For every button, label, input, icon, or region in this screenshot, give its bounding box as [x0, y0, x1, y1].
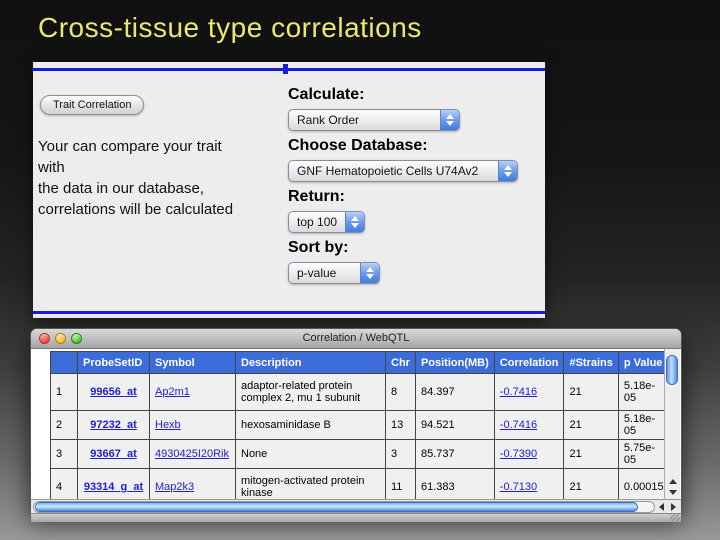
- chevron-updown-icon: [498, 161, 517, 181]
- row-index: 4: [51, 469, 78, 500]
- symbol-link[interactable]: 4930425I20Rik: [155, 448, 229, 460]
- sort-by-label: Sort by:: [288, 239, 538, 257]
- col-probesetid[interactable]: ProbeSetID: [78, 352, 150, 374]
- return-select-value: top 100: [289, 215, 337, 229]
- col-symbol[interactable]: Symbol: [150, 352, 236, 374]
- horizontal-scrollbar-thumb[interactable]: [35, 502, 638, 512]
- row-index: 3: [51, 440, 78, 469]
- position-cell: 61.383: [415, 469, 494, 500]
- table-header-row: ProbeSetID Symbol Description Chr Positi…: [51, 352, 671, 374]
- calculate-select[interactable]: Rank Order: [288, 109, 460, 131]
- horizontal-scrollbar[interactable]: [31, 499, 681, 513]
- col-description[interactable]: Description: [236, 352, 386, 374]
- window-title: Correlation / WebQTL: [31, 332, 681, 344]
- table-row: 3 93667_at 4930425I20Rik None 3 85.737 -…: [51, 440, 671, 469]
- scroll-up-icon[interactable]: [665, 476, 680, 487]
- table-row: 2 97232_at Hexb hexosaminidase B 13 94.5…: [51, 411, 671, 440]
- chevron-updown-icon: [345, 212, 364, 232]
- position-cell: 85.737: [415, 440, 494, 469]
- correlation-form: Calculate: Rank Order Choose Database: G…: [288, 86, 538, 284]
- scroll-left-icon[interactable]: [656, 501, 667, 512]
- vertical-scrollbar-thumb[interactable]: [666, 355, 678, 385]
- window-statusbar: [31, 513, 681, 522]
- position-cell: 94.521: [415, 411, 494, 440]
- strains-cell: 21: [564, 469, 618, 500]
- panel-rule-tick: [283, 64, 288, 74]
- calculate-select-value: Rank Order: [289, 113, 359, 127]
- pvalue-cell: 5.75e-05: [618, 440, 670, 469]
- correlation-link[interactable]: -0.7416: [500, 419, 537, 431]
- table-row: 1 99656_at Ap2m1 adaptor-related protein…: [51, 374, 671, 411]
- description-cell: mitogen-activated protein kinase: [236, 469, 386, 500]
- probesetid-link[interactable]: 93667_at: [90, 448, 137, 460]
- description-cell: None: [236, 440, 386, 469]
- correlation-link[interactable]: -0.7130: [500, 481, 537, 493]
- panel-bottom-rule: [33, 311, 545, 314]
- chevron-updown-icon: [440, 110, 459, 130]
- sort-select-value: p-value: [289, 266, 336, 280]
- calculate-label: Calculate:: [288, 86, 538, 104]
- return-select[interactable]: top 100: [288, 211, 365, 233]
- correlation-form-panel: Trait Correlation Your can compare your …: [33, 62, 545, 318]
- col-index: [51, 352, 78, 374]
- panel-top-rule: [33, 68, 545, 71]
- row-index: 2: [51, 411, 78, 440]
- col-position[interactable]: Position(MB): [415, 352, 494, 374]
- correlation-results-table: ProbeSetID Symbol Description Chr Positi…: [50, 351, 671, 499]
- probesetid-link[interactable]: 93314_g_at: [84, 481, 143, 493]
- col-strains[interactable]: #Strains: [564, 352, 618, 374]
- window-content: ProbeSetID Symbol Description Chr Positi…: [31, 349, 681, 499]
- col-pvalue[interactable]: p Value: [618, 352, 670, 374]
- panel-intro-text: Your can compare your trait with the dat…: [38, 136, 293, 220]
- choose-database-label: Choose Database:: [288, 137, 538, 155]
- symbol-link[interactable]: Ap2m1: [155, 386, 190, 398]
- description-cell: adaptor-related protein complex 2, mu 1 …: [236, 374, 386, 411]
- symbol-link[interactable]: Map2k3: [155, 481, 194, 493]
- slide-background: Cross-tissue type correlations Trait Cor…: [0, 0, 720, 540]
- trait-correlation-button[interactable]: Trait Correlation: [40, 95, 144, 115]
- col-correlation[interactable]: Correlation: [494, 352, 564, 374]
- correlation-link[interactable]: -0.7416: [500, 386, 537, 398]
- chevron-updown-icon: [360, 263, 379, 283]
- strains-cell: 21: [564, 374, 618, 411]
- chr-cell: 8: [386, 374, 416, 411]
- strains-cell: 21: [564, 440, 618, 469]
- pvalue-cell: 5.18e-05: [618, 374, 670, 411]
- sort-select[interactable]: p-value: [288, 262, 380, 284]
- return-label: Return:: [288, 188, 538, 206]
- description-cell: hexosaminidase B: [236, 411, 386, 440]
- pvalue-cell: 0.00015: [618, 469, 670, 500]
- row-index: 1: [51, 374, 78, 411]
- chr-cell: 13: [386, 411, 416, 440]
- probesetid-link[interactable]: 97232_at: [90, 419, 137, 431]
- strains-cell: 21: [564, 411, 618, 440]
- window-titlebar[interactable]: Correlation / WebQTL: [31, 329, 681, 349]
- correlation-window: Correlation / WebQTL ProbeSetID Symbol D…: [30, 328, 682, 512]
- position-cell: 84.397: [415, 374, 494, 411]
- scroll-down-icon[interactable]: [665, 487, 680, 498]
- database-select[interactable]: GNF Hematopoietic Cells U74Av2: [288, 160, 518, 182]
- symbol-link[interactable]: Hexb: [155, 419, 181, 431]
- database-select-value: GNF Hematopoietic Cells U74Av2: [289, 164, 478, 178]
- chr-cell: 11: [386, 469, 416, 500]
- resize-grip-icon[interactable]: [670, 514, 680, 521]
- table-row: 4 93314_g_at Map2k3 mitogen-activated pr…: [51, 469, 671, 500]
- correlation-link[interactable]: -0.7390: [500, 448, 537, 460]
- pvalue-cell: 5.18e-05: [618, 411, 670, 440]
- col-chr[interactable]: Chr: [386, 352, 416, 374]
- chr-cell: 3: [386, 440, 416, 469]
- slide-title: Cross-tissue type correlations: [38, 12, 422, 44]
- vertical-scrollbar[interactable]: [664, 349, 680, 499]
- probesetid-link[interactable]: 99656_at: [90, 386, 137, 398]
- scroll-right-icon[interactable]: [668, 501, 679, 512]
- horizontal-scrollbar-track[interactable]: [33, 501, 655, 513]
